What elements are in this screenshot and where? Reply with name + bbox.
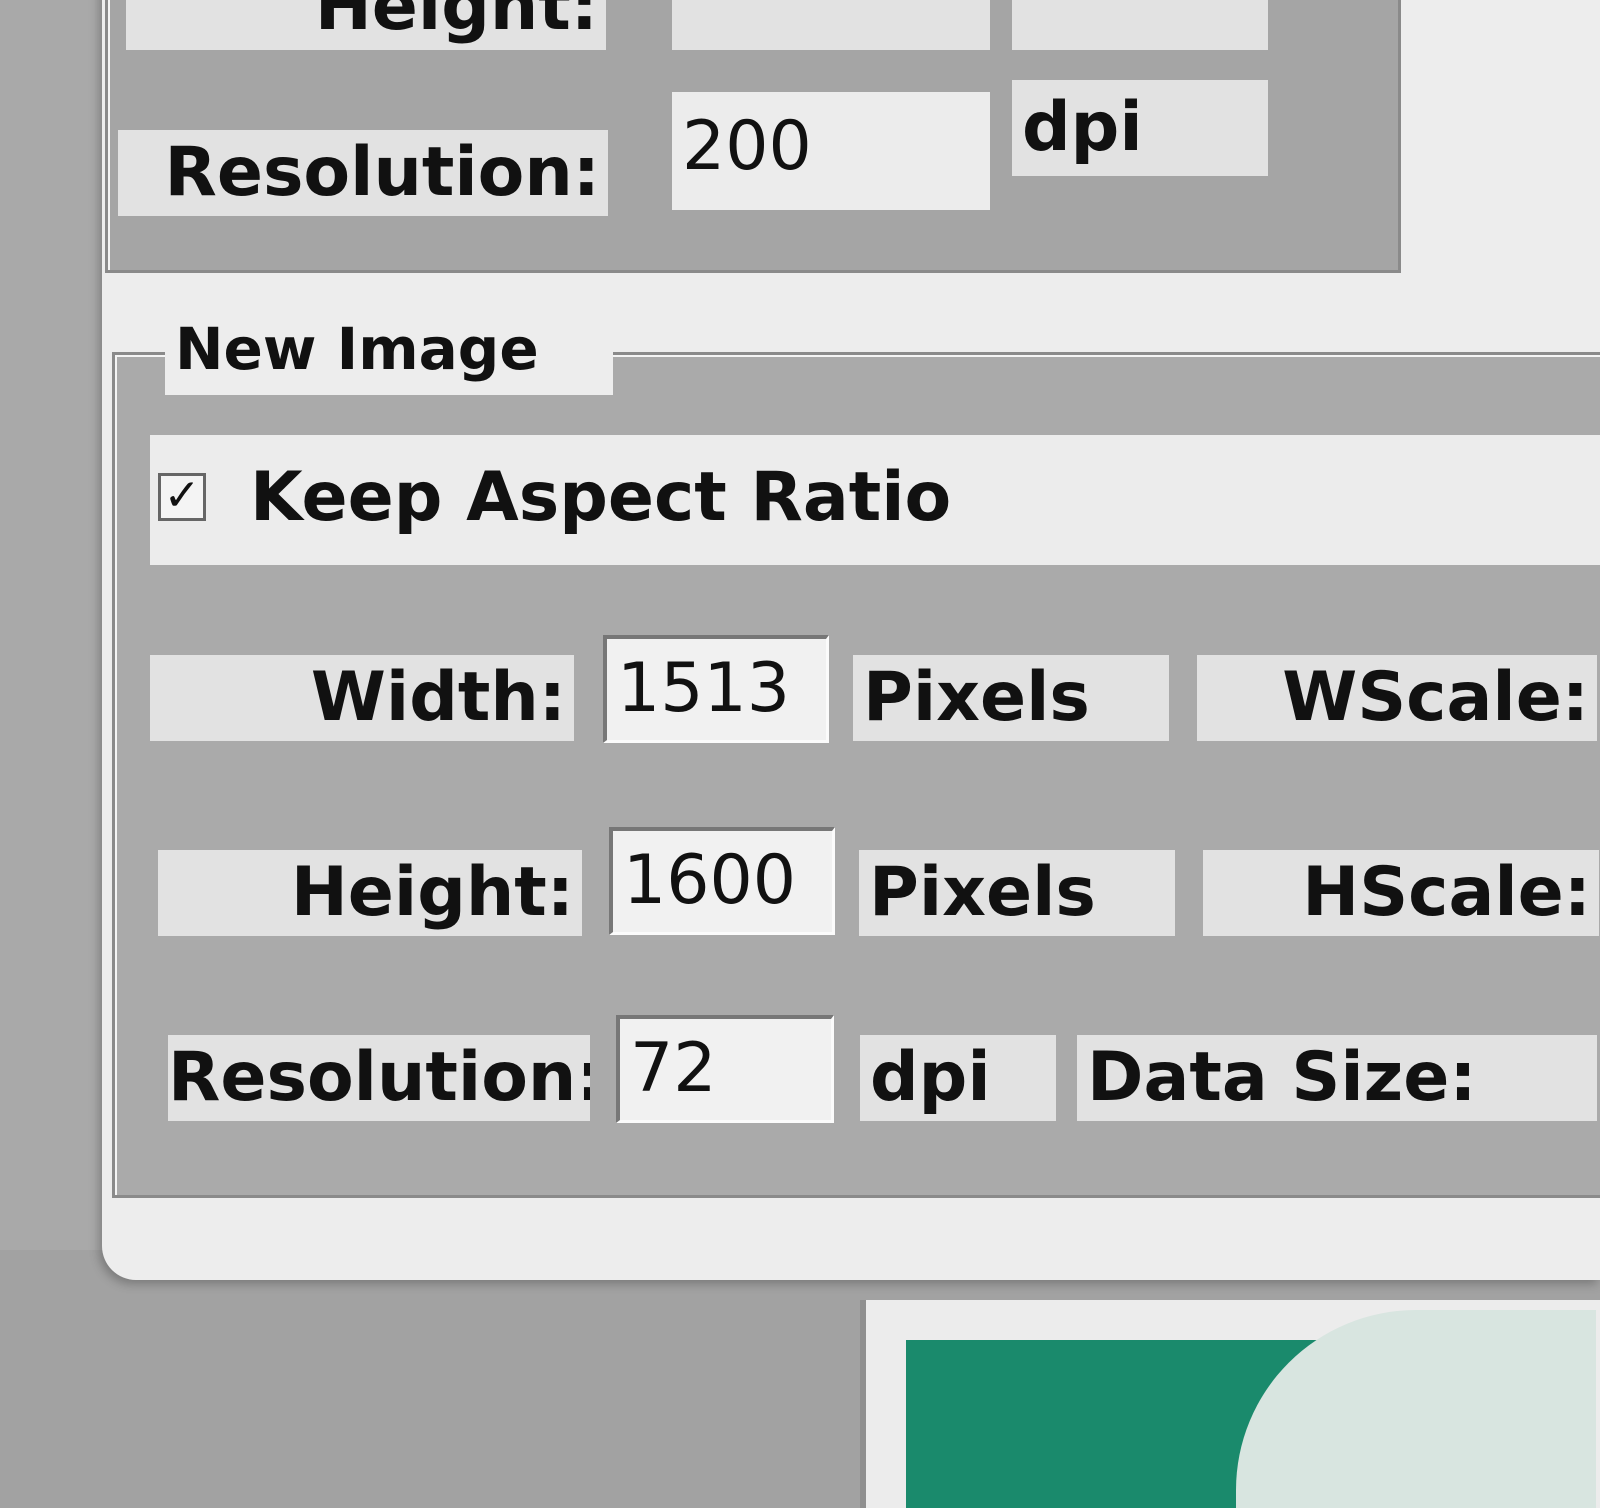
wscale-label: WScale: (1197, 655, 1597, 741)
original-resolution-label: Resolution: (118, 130, 608, 216)
width-label: Width: (150, 655, 574, 741)
image-preview (860, 1300, 1600, 1508)
original-height-label: Height: (126, 0, 606, 50)
keep-aspect-ratio-label[interactable]: Keep Aspect Ratio (250, 453, 951, 543)
keep-aspect-ratio-row[interactable]: ✓ Keep Aspect Ratio (150, 435, 1600, 565)
resolution-label: Resolution: (168, 1035, 590, 1121)
height-input[interactable]: 1600 (609, 827, 835, 935)
new-image-group-title: New Image (175, 315, 539, 383)
resolution-unit: dpi (860, 1035, 1056, 1121)
width-input[interactable]: 1513 (603, 635, 829, 743)
original-image-group: Height: Resolution: 200 dpi (105, 0, 1401, 273)
original-resolution-unit: dpi (1012, 80, 1268, 176)
original-height-unit (1012, 0, 1268, 50)
data-size-label: Data Size: (1077, 1035, 1597, 1121)
width-unit: Pixels (853, 655, 1169, 741)
new-image-group: New Image ✓ Keep Aspect Ratio Width: 151… (112, 315, 1600, 1198)
original-height-value (672, 0, 990, 50)
original-resolution-value: 200 (672, 92, 990, 210)
hscale-label: HScale: (1203, 850, 1599, 936)
height-label: Height: (158, 850, 582, 936)
resolution-input[interactable]: 72 (616, 1015, 834, 1123)
checkbox-checked-icon[interactable]: ✓ (158, 473, 206, 521)
resize-dialog: Height: Resolution: 200 dpi New Image ✓ … (102, 0, 1600, 1280)
height-unit: Pixels (859, 850, 1175, 936)
